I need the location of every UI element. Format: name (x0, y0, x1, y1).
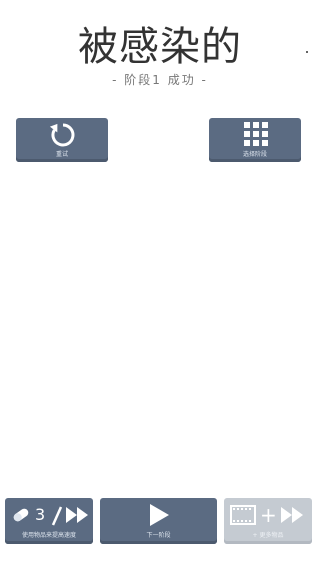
next-stage-button[interactable]: 下一阶段 (100, 498, 217, 544)
use-item-speed-button[interactable]: 3 使用物品来提高速度 (5, 498, 93, 544)
fast-forward-icon (66, 507, 88, 523)
pill-icon (13, 508, 29, 522)
film-icon (230, 505, 256, 525)
plus-icon: + (260, 503, 277, 527)
fast-forward-icon (281, 507, 303, 523)
retry-label: 重试 (55, 151, 68, 158)
retry-button[interactable]: 重试 (16, 118, 108, 162)
grid-icon (244, 122, 268, 146)
slash-icon (51, 506, 63, 526)
next-stage-label: 下一阶段 (146, 532, 171, 539)
more-items-button[interactable]: + + 更多物品 (224, 498, 312, 544)
play-icon (150, 504, 169, 526)
select-stage-button[interactable]: 选择阶段 (209, 118, 301, 162)
page-title: 被感染的 (78, 24, 242, 70)
item-count: 3 (35, 505, 46, 524)
stage-result-subtitle: - 阶段1 成功 - (112, 73, 208, 87)
more-items-label: + 更多物品 (252, 532, 284, 539)
use-item-label: 使用物品来提高速度 (21, 532, 76, 539)
retry-icon (50, 123, 75, 147)
title-dot (306, 51, 308, 53)
select-stage-label: 选择阶段 (242, 151, 267, 158)
